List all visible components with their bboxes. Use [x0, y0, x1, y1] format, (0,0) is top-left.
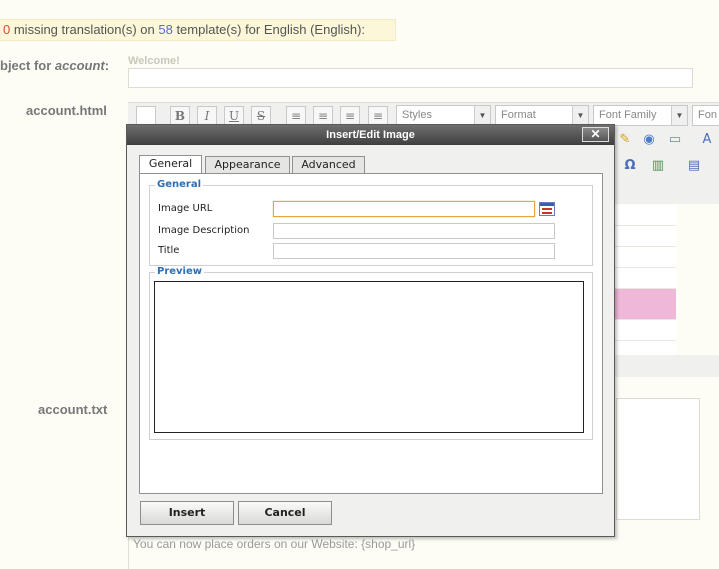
content-row [610, 268, 676, 289]
general-fieldset: General Image URL Image Description Titl… [149, 179, 593, 266]
general-panel: General Image URL Image Description Titl… [139, 173, 603, 494]
account-txt-content: You can now place orders on our Website:… [133, 537, 416, 551]
content-row [610, 247, 676, 268]
align-center-button[interactable]: ≡ [313, 106, 333, 126]
font-size-select[interactable]: Fon [692, 105, 719, 126]
image-url-label: Image URL [158, 203, 213, 214]
general-legend: General [155, 179, 203, 190]
subject-input[interactable] [128, 68, 693, 88]
image-preview-area [154, 281, 584, 433]
tab-appearance[interactable]: Appearance [205, 156, 290, 173]
chevron-down-icon: ▼ [474, 106, 490, 125]
account-txt-textarea[interactable] [616, 398, 700, 520]
bold-button[interactable]: B [170, 106, 190, 126]
template-icon[interactable]: ▤ [684, 156, 704, 176]
dialog-title: Insert/Edit Image [326, 129, 415, 141]
insert-edit-image-dialog: Insert/Edit Image ✕ General Appearance A… [126, 124, 615, 537]
content-row [610, 341, 676, 356]
template-count: 58 [158, 22, 173, 37]
title-input[interactable] [273, 243, 555, 259]
content-row [610, 205, 676, 226]
image-url-input[interactable] [273, 201, 535, 217]
italic-button[interactable]: I [197, 106, 217, 126]
styles-select[interactable]: Styles ▼ [396, 105, 491, 126]
format-select[interactable]: Format ▼ [495, 105, 589, 126]
subject-label: bject for account: [0, 58, 110, 73]
font-family-select[interactable]: Font Family ▼ [593, 105, 688, 126]
strikethrough-button[interactable]: S [251, 106, 271, 126]
new-document-button[interactable] [136, 106, 156, 126]
notice-text-a: missing translation(s) on [10, 22, 159, 37]
underline-button[interactable]: U [224, 106, 244, 126]
image-description-label: Image Description [158, 225, 250, 236]
content-row [610, 226, 676, 247]
tab-advanced[interactable]: Advanced [292, 156, 365, 173]
preview-fieldset: Preview [149, 266, 593, 440]
align-left-button[interactable]: ≡ [286, 106, 306, 126]
highlighted-row [610, 289, 676, 320]
account-txt-label: account.txt [38, 402, 108, 417]
html-source-icon[interactable]: ▭ [665, 130, 685, 150]
subject-caption: Welcome! [128, 55, 180, 67]
editor-content-strip [610, 205, 676, 356]
title-label: Title [158, 245, 180, 256]
close-icon[interactable]: ✕ [582, 127, 609, 142]
align-justify-button[interactable]: ≡ [368, 106, 388, 126]
media-icon[interactable]: ▥ [648, 156, 668, 176]
editor-status-bar [610, 355, 719, 377]
align-right-button[interactable]: ≡ [340, 106, 360, 126]
preview-legend: Preview [155, 266, 205, 277]
pencil-icon[interactable]: ✎ [615, 130, 635, 150]
cancel-button[interactable]: Cancel [238, 501, 332, 525]
notice-text-b: template(s) for English (English): [172, 22, 366, 37]
content-row [610, 320, 676, 341]
account-html-label: account.html [26, 103, 107, 118]
chevron-down-icon: ▼ [572, 106, 588, 125]
insert-button[interactable]: Insert [140, 501, 234, 525]
tab-general[interactable]: General [139, 155, 202, 174]
editor-toolbar-row3: Ω ▥ ▤ [610, 152, 719, 204]
omega-icon[interactable]: Ω [620, 156, 640, 176]
help-icon[interactable]: ◉ [639, 130, 659, 150]
image-description-input[interactable] [273, 223, 555, 239]
chevron-down-icon: ▼ [671, 106, 687, 125]
font-color-icon[interactable]: A [697, 130, 717, 150]
missing-translations-notice: 0 missing translation(s) on 58 template(… [0, 19, 396, 41]
browse-icon[interactable] [539, 202, 555, 216]
dialog-titlebar[interactable]: Insert/Edit Image ✕ [127, 125, 614, 145]
